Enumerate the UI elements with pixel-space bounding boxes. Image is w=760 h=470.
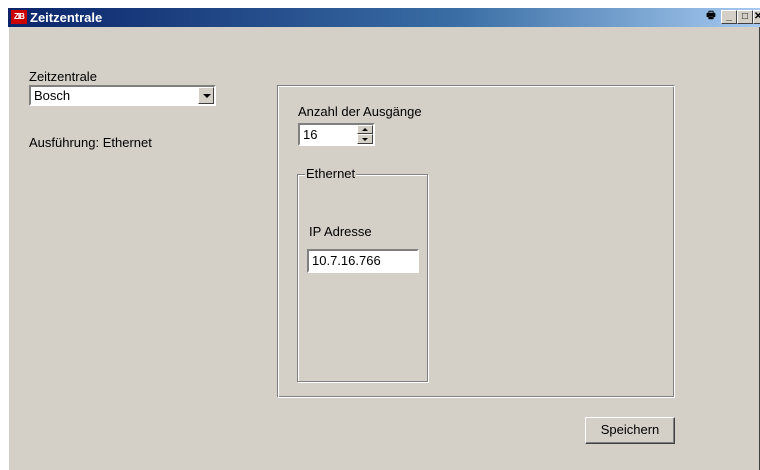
ausfuehrung-text: Ausführung: Ethernet	[29, 135, 152, 150]
window-title: Zeitzentrale	[30, 10, 103, 25]
ip-label: IP Adresse	[309, 224, 372, 239]
ethernet-group	[297, 174, 428, 382]
zeitzentrale-select-value: Bosch	[34, 88, 71, 103]
close-button[interactable]: ✕	[753, 10, 760, 24]
ethernet-group-title: Ethernet	[305, 166, 357, 181]
zeitzentrale-select[interactable]: Bosch	[29, 85, 216, 106]
save-button[interactable]: Speichern	[585, 417, 675, 444]
ip-address-field[interactable]: 10.7.16.766	[307, 249, 419, 273]
spinner-buttons	[357, 125, 373, 144]
title-bar: ZIB Zeitzentrale 🖶 _ □ ✕	[8, 8, 760, 27]
maximize-button[interactable]: □	[737, 10, 753, 24]
app-logo-icon: ZIB	[11, 10, 27, 24]
spin-down-button[interactable]	[357, 134, 373, 144]
print-icon[interactable]: 🖶	[703, 10, 719, 24]
dropdown-button[interactable]	[198, 87, 214, 104]
arrow-down-icon	[362, 138, 368, 141]
minimize-button[interactable]: _	[721, 10, 737, 24]
zeitzentrale-label: Zeitzentrale	[29, 69, 97, 84]
arrow-up-icon	[362, 128, 368, 131]
outputs-label: Anzahl der Ausgänge	[298, 104, 422, 119]
spin-up-button[interactable]	[357, 125, 373, 134]
ip-address-value: 10.7.16.766	[312, 253, 381, 268]
outputs-value: 16	[303, 127, 318, 142]
outputs-spinner[interactable]: 16	[298, 123, 375, 146]
chevron-down-icon	[203, 94, 211, 98]
